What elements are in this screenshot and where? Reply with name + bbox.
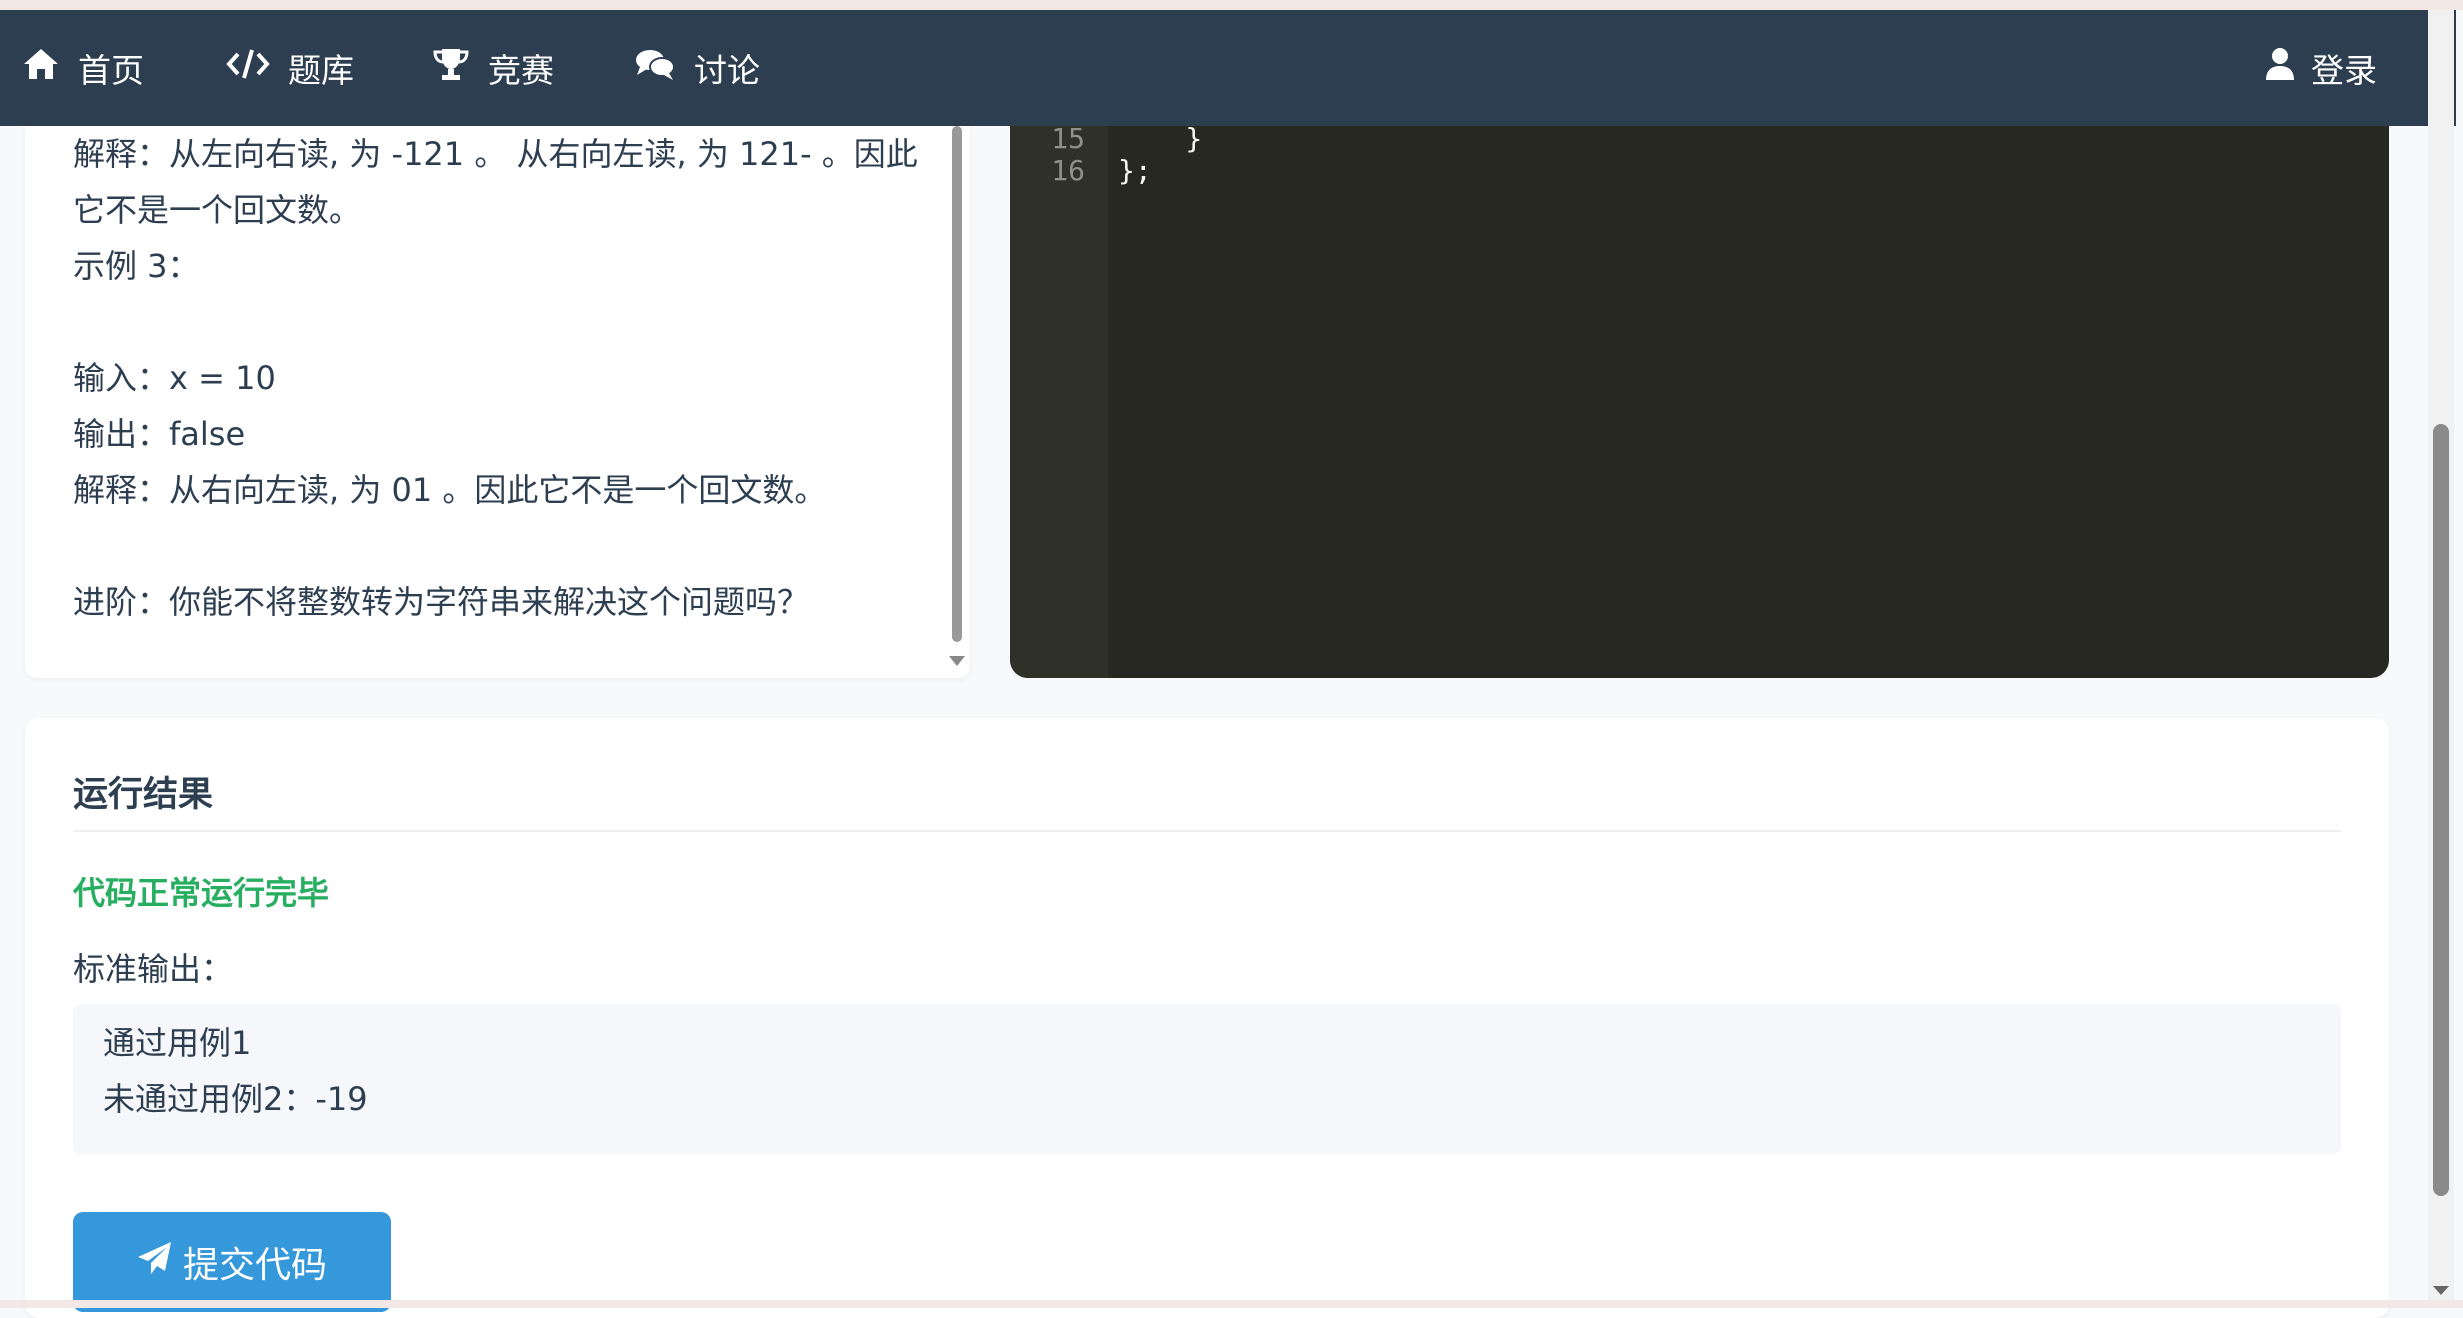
nav-contest[interactable]: 竞赛 <box>432 44 554 92</box>
scroll-down-arrow-icon[interactable] <box>949 656 965 666</box>
result-title: 运行结果 <box>73 775 214 815</box>
code-line[interactable]: } <box>1118 126 1202 155</box>
problem-description: 解释：从左向右读, 为 -121 。 从右向左读, 为 121- 。因此 它不是… <box>73 126 943 630</box>
stdout-label: 标准输出： <box>73 950 234 988</box>
nav-discuss-label: 讨论 <box>694 51 760 90</box>
description-line: 输出：false <box>73 415 246 453</box>
code-icon <box>226 47 288 89</box>
user-icon <box>2265 47 2295 89</box>
nav-discuss[interactable]: 讨论 <box>634 44 760 92</box>
line-number: 15 <box>1051 126 1085 155</box>
login-button[interactable]: 登录 <box>2265 44 2377 92</box>
description-line <box>73 294 943 350</box>
comments-icon <box>634 47 694 89</box>
description-line: 解释：从左向右读, 为 -121 。 从右向左读, 为 121- 。因此 <box>73 135 918 173</box>
submit-code-button[interactable]: 提交代码 <box>73 1212 391 1312</box>
description-line: 示例 3： <box>73 247 200 285</box>
result-divider <box>73 830 2341 832</box>
stdout-box: 通过用例1 未通过用例2：-19 <box>73 1004 2341 1154</box>
page-scrollbar[interactable] <box>2428 10 2454 1308</box>
description-line: 解释：从右向左读, 为 01 。因此它不是一个回文数。 <box>73 471 827 509</box>
description-line: 输入：x = 10 <box>73 359 276 397</box>
code-line[interactable]: }; <box>1118 154 1152 187</box>
nav-problems[interactable]: 题库 <box>226 44 354 92</box>
submit-code-label: 提交代码 <box>182 1245 327 1286</box>
run-status: 代码正常运行完毕 <box>73 874 330 912</box>
login-label: 登录 <box>2311 51 2377 90</box>
problem-description-panel[interactable]: 解释：从左向右读, 为 -121 。 从右向左读, 为 121- 。因此 它不是… <box>25 126 970 678</box>
trophy-icon <box>432 46 488 90</box>
nav-home-label: 首页 <box>78 51 144 90</box>
window-bottom-border <box>0 1300 2463 1308</box>
paper-plane-icon <box>137 1241 183 1284</box>
description-scrollbar[interactable] <box>949 126 965 666</box>
description-line <box>73 518 943 574</box>
description-line: 进阶：你能不将整数转为字符串来解决这个问题吗？ <box>73 583 810 621</box>
line-number: 16 <box>1051 154 1085 187</box>
page-scroll-down-icon[interactable] <box>2433 1286 2449 1295</box>
nav-contest-label: 竞赛 <box>488 51 554 90</box>
home-icon <box>22 47 78 89</box>
run-result-card: 运行结果 代码正常运行完毕 标准输出： 通过用例1 未通过用例2：-19 提交代… <box>25 718 2389 1318</box>
stdout-line: 未通过用例2：-19 <box>103 1080 368 1118</box>
description-scrollbar-thumb[interactable] <box>952 126 962 642</box>
top-navbar: 首页 题库 竞赛 讨论 登录 <box>0 10 2456 126</box>
editor-gutter <box>1010 126 1108 678</box>
nav-problems-label: 题库 <box>288 51 354 90</box>
nav-home[interactable]: 首页 <box>22 44 144 92</box>
code-editor[interactable]: 15 } 16 }; <box>1010 126 2389 678</box>
window-top-border <box>0 0 2463 10</box>
stdout-line: 通过用例1 <box>103 1024 252 1062</box>
description-line: 它不是一个回文数。 <box>73 191 362 229</box>
page-scrollbar-thumb[interactable] <box>2433 424 2449 1196</box>
